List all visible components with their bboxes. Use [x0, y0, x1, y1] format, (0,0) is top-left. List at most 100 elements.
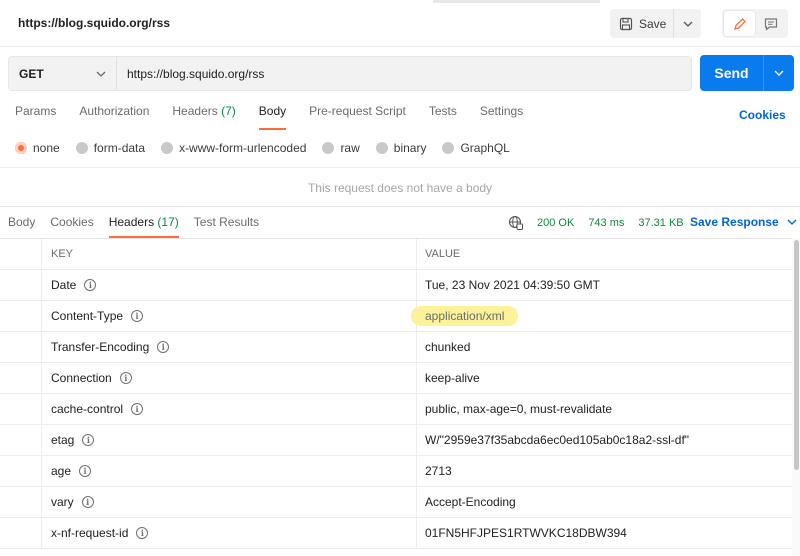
request-title[interactable]: https://blog.squido.org/rss	[18, 16, 170, 30]
tab-params[interactable]: Params	[15, 104, 56, 130]
radio-dot	[75, 142, 88, 154]
info-icon[interactable]: i	[84, 279, 97, 291]
radio-dot	[322, 142, 335, 154]
table-row: etag i W/"2959e37f35abcda6ec0ed105ab0c18a…	[0, 424, 792, 456]
info-icon[interactable]: i	[81, 496, 94, 508]
header-key-cell: age i	[42, 455, 417, 487]
divider	[0, 167, 800, 168]
title-bar: https://blog.squido.org/rss Save	[0, 0, 800, 47]
header-key-cell: Transfer-Encoding i	[42, 331, 417, 363]
radio-form-data[interactable]: form-data	[75, 141, 145, 155]
radio-binary[interactable]: binary	[375, 141, 427, 155]
url-bar: GET	[8, 56, 692, 91]
header-key-cell: Content-Type i	[42, 300, 417, 332]
send-options-button[interactable]	[764, 55, 794, 91]
column-header-key: KEY	[42, 238, 417, 270]
header-key: x-nf-request-id	[51, 526, 129, 540]
row-gutter	[0, 393, 42, 425]
info-icon[interactable]: i	[157, 341, 170, 353]
save-button[interactable]: Save	[610, 9, 674, 38]
header-key-cell: cache-control i	[42, 393, 417, 425]
save-group: Save	[610, 9, 701, 38]
table-row: cache-control i public, max-age=0, must-r…	[0, 393, 792, 425]
info-icon[interactable]: i	[131, 310, 144, 322]
tab-pre-request-script[interactable]: Pre-request Script	[309, 104, 406, 130]
highlighted-header-value: application/xml	[411, 306, 519, 326]
tab-strip-edge	[433, 0, 600, 3]
header-value: public, max-age=0, must-revalidate	[425, 402, 613, 416]
response-time[interactable]: 743 ms	[588, 217, 624, 229]
divider	[0, 206, 800, 207]
header-key: Transfer-Encoding	[51, 340, 150, 354]
response-size[interactable]: 37.31 KB	[638, 217, 683, 229]
header-key-cell: etag i	[42, 424, 417, 456]
scrollbar-thumb[interactable]	[794, 240, 799, 470]
header-key-cell: vary i	[42, 486, 417, 518]
row-gutter	[0, 517, 42, 549]
radio-x-www-form-urlencoded[interactable]: x-www-form-urlencoded	[161, 141, 306, 155]
cookies-link[interactable]: Cookies	[739, 108, 786, 122]
row-gutter	[0, 424, 42, 456]
response-tab-body[interactable]: Body	[8, 215, 35, 238]
send-button[interactable]: Send	[700, 55, 764, 91]
radio-label: x-www-form-urlencoded	[179, 141, 307, 155]
info-icon[interactable]: i	[119, 372, 132, 384]
chevron-down-icon	[96, 71, 106, 77]
header-value: chunked	[425, 340, 471, 354]
tab-authorization[interactable]: Authorization	[79, 104, 149, 130]
info-icon[interactable]: i	[82, 434, 95, 446]
save-response-button[interactable]: Save Response	[690, 215, 797, 229]
edit-mode-button[interactable]	[724, 11, 755, 36]
response-tab-test-results[interactable]: Test Results	[194, 215, 259, 238]
row-gutter	[0, 300, 42, 332]
info-icon[interactable]: i	[136, 527, 149, 539]
header-key: vary	[51, 495, 74, 509]
tab-tests[interactable]: Tests	[429, 104, 457, 130]
save-options-button[interactable]	[674, 9, 701, 38]
pencil-icon	[733, 17, 746, 30]
row-gutter	[0, 455, 42, 487]
header-key: Date	[51, 278, 77, 292]
globe-icon[interactable]	[508, 215, 523, 230]
headers-count: (7)	[221, 104, 236, 118]
header-key: age	[51, 464, 72, 478]
tab-label: Cookies	[50, 215, 94, 229]
info-icon[interactable]: i	[79, 465, 92, 477]
tab-label: Headers	[172, 104, 218, 118]
tab-body[interactable]: Body	[258, 104, 287, 130]
header-key-cell: Date i	[42, 269, 417, 301]
response-tab-cookies[interactable]: Cookies	[50, 215, 93, 238]
body-type-radios: none form-data x-www-form-urlencoded raw…	[15, 141, 526, 155]
no-body-message: This request does not have a body	[307, 181, 493, 195]
tab-headers[interactable]: Headers (7)	[172, 104, 235, 130]
response-headers-count: (17)	[157, 215, 179, 229]
url-input[interactable]	[117, 57, 691, 90]
response-status: 200 OK 743 ms 37.31 KB	[508, 215, 684, 230]
tab-label: Settings	[479, 104, 524, 118]
row-gutter	[0, 486, 42, 518]
header-value-cell: application/xml	[411, 301, 792, 332]
header-key: cache-control	[51, 402, 124, 416]
tab-settings[interactable]: Settings	[480, 104, 523, 130]
request-tabs: Params Authorization Headers (7) Body Pr…	[15, 104, 546, 130]
status-code[interactable]: 200 OK	[537, 217, 574, 229]
table-row: Content-Type i application/xml	[0, 300, 792, 332]
radio-raw[interactable]: raw	[322, 141, 360, 155]
tab-label: Body	[258, 104, 287, 118]
header-key-cell: x-nf-request-id i	[42, 517, 417, 549]
response-headers-table: KEY VALUE Date i Tue, 23 Nov 2021 04:39:5…	[0, 238, 792, 549]
radio-label: raw	[340, 141, 360, 155]
tab-label: Headers	[108, 215, 155, 229]
chevron-down-icon	[787, 219, 797, 225]
radio-none[interactable]: none	[15, 141, 60, 155]
comments-button[interactable]	[755, 11, 786, 36]
row-gutter	[0, 362, 42, 394]
header-value: W/"2959e37f35abcda6ec0ed105ab0c18a2-ssl-…	[425, 433, 690, 447]
radio-dot	[442, 142, 455, 154]
info-icon[interactable]: i	[131, 403, 144, 415]
radio-label: binary	[393, 141, 427, 155]
method-select[interactable]: GET	[9, 57, 117, 90]
response-tab-headers[interactable]: Headers (17)	[108, 215, 179, 238]
view-mode-toggle	[722, 9, 788, 38]
radio-graphql[interactable]: GraphQL	[442, 141, 510, 155]
